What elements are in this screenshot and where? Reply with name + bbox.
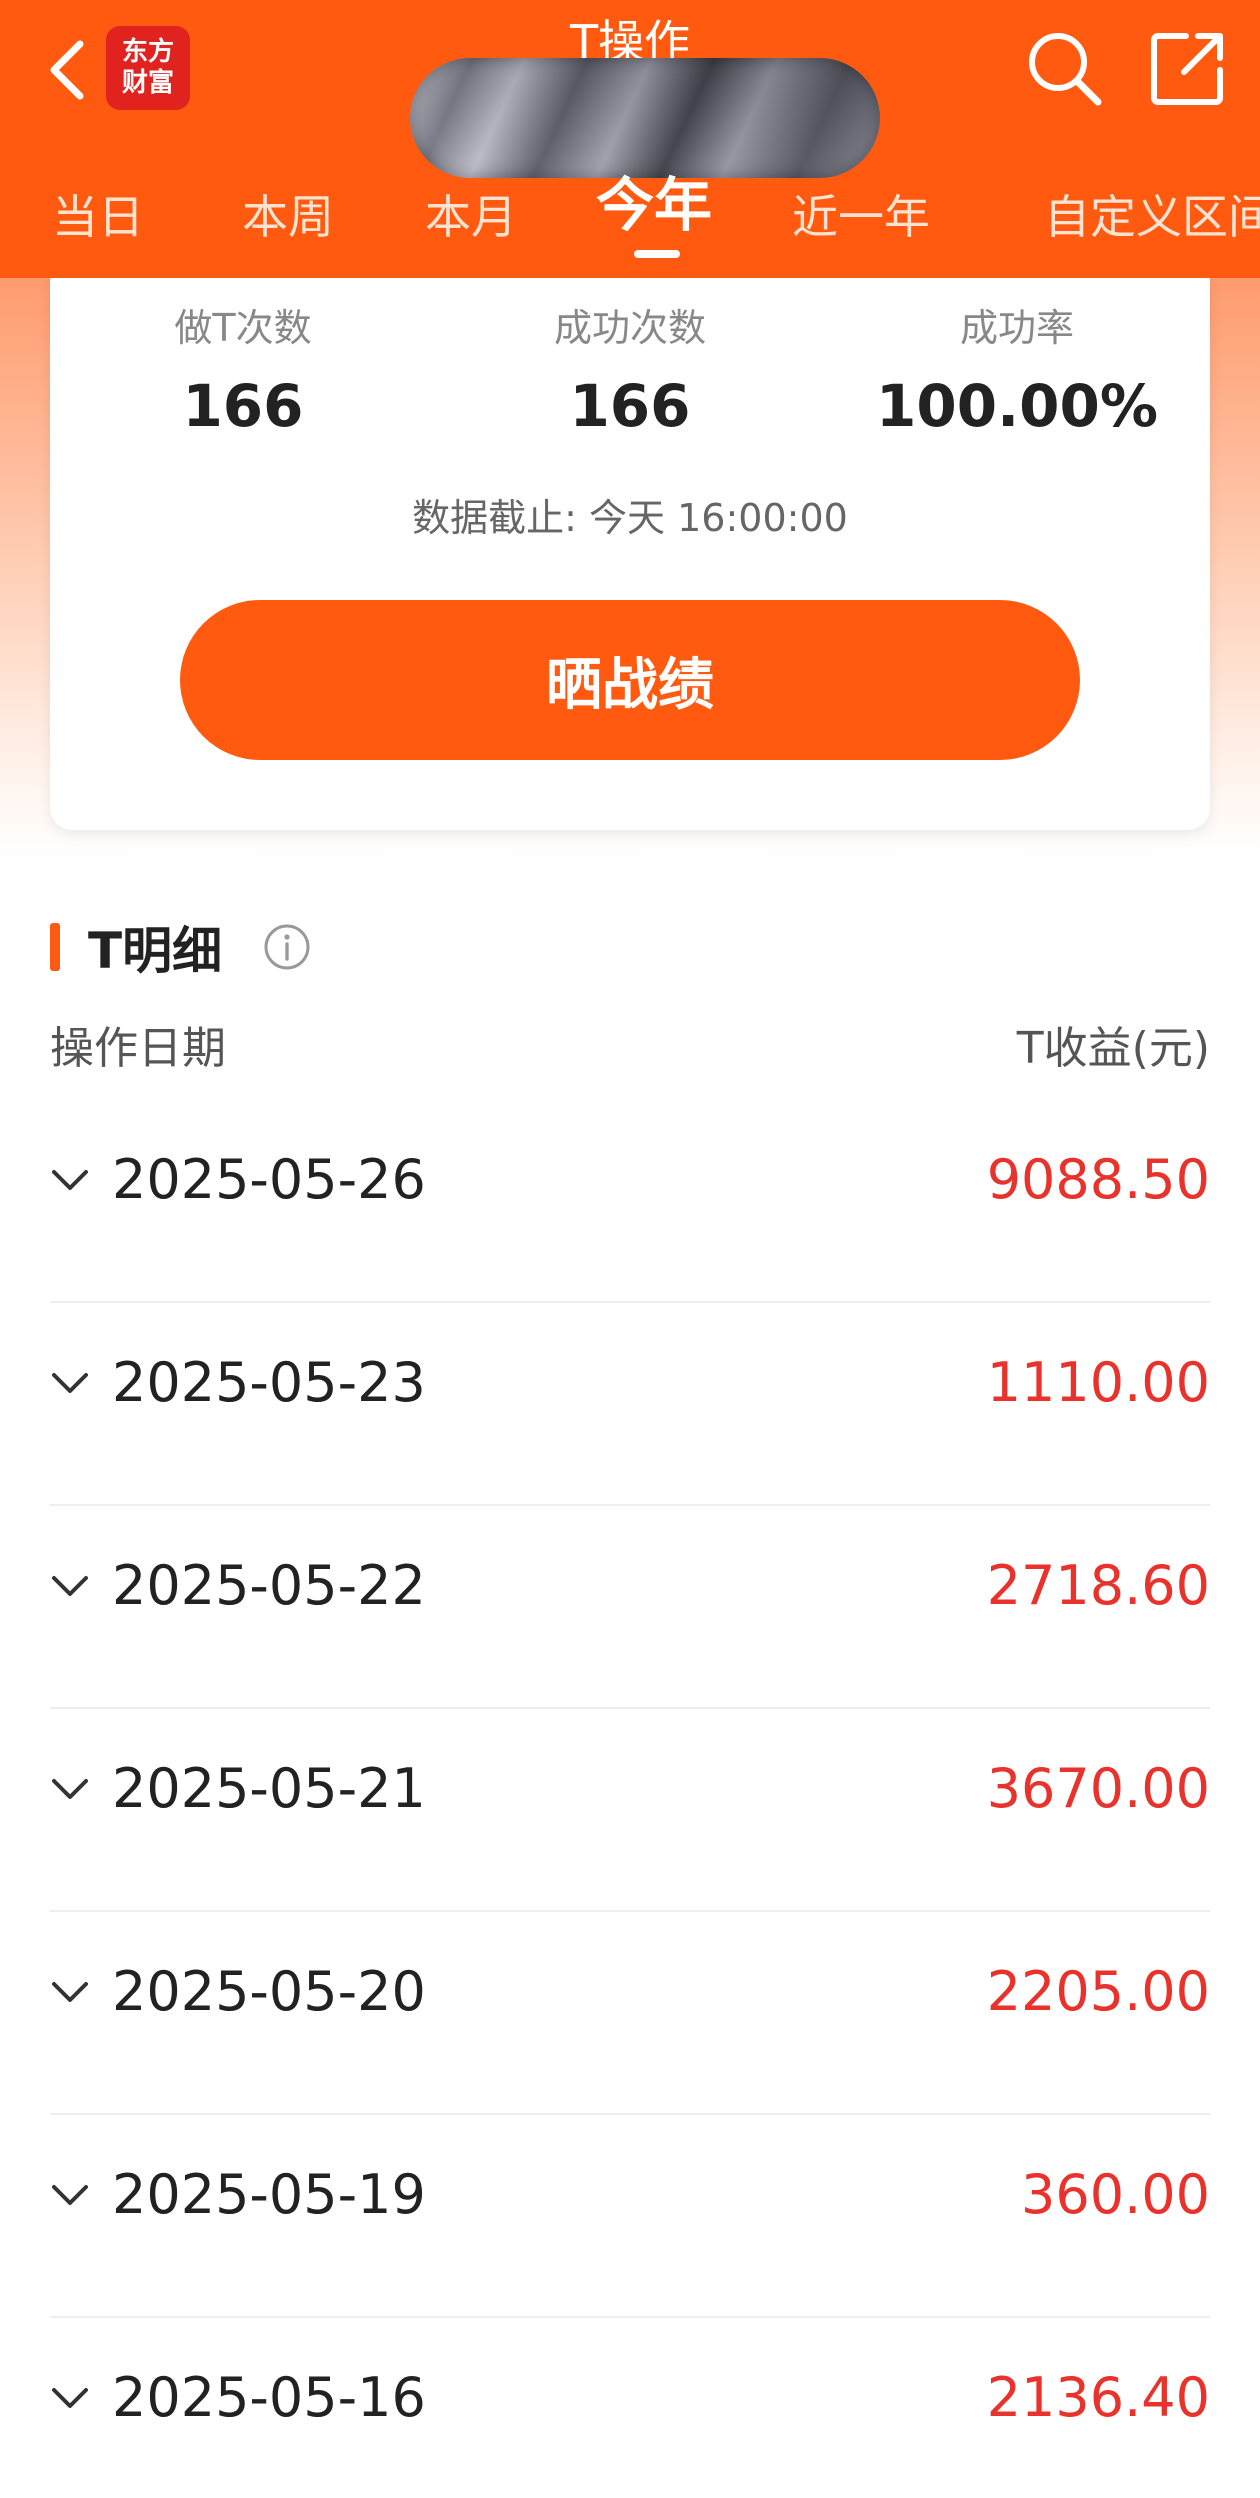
stats-card: 做T次数 166 成功次数 166 成功率 100.00% 数据截止: 今天 1… bbox=[50, 260, 1210, 830]
chevron-down-icon bbox=[52, 2388, 88, 2408]
list-item[interactable]: 2025-05-20 2205.00 bbox=[50, 1912, 1210, 2115]
chevron-down-icon bbox=[52, 2185, 88, 2205]
stat-value: 100.00% bbox=[876, 372, 1158, 440]
row-date: 2025-05-16 bbox=[112, 2366, 426, 2429]
row-date: 2025-05-20 bbox=[112, 1960, 426, 2023]
tab-today[interactable]: 当日 bbox=[52, 172, 144, 262]
column-header-date: 操作日期 bbox=[50, 1023, 226, 1074]
period-tabs: 当日 本周 本月 今年 近一年 自定义区间 bbox=[0, 171, 1260, 262]
chevron-down-icon bbox=[52, 1982, 88, 2002]
search-button[interactable] bbox=[1022, 26, 1106, 110]
chevron-down-icon bbox=[52, 1576, 88, 1596]
tab-this-month[interactable]: 本月 bbox=[425, 172, 517, 262]
detail-title: T明细 bbox=[88, 922, 223, 980]
data-cutoff-time: 数据截止: 今天 16:00:00 bbox=[412, 496, 848, 540]
row-profit: 1110.00 bbox=[986, 1351, 1210, 1414]
list-item[interactable]: 2025-05-26 9088.50 bbox=[50, 1100, 1210, 1303]
info-icon[interactable] bbox=[262, 922, 312, 972]
stat-t-count: 做T次数 166 bbox=[50, 300, 436, 450]
row-profit: 9088.50 bbox=[986, 1148, 1210, 1211]
detail-list: 2025-05-26 9088.50 2025-05-23 1110.00 20… bbox=[50, 1100, 1210, 2498]
detail-section-header: T明细 bbox=[50, 912, 312, 982]
row-profit: 3670.00 bbox=[986, 1757, 1210, 1820]
tab-this-week[interactable]: 本周 bbox=[242, 172, 334, 262]
stat-success-rate: 成功率 100.00% bbox=[824, 300, 1210, 450]
chevron-down-icon bbox=[52, 1373, 88, 1393]
row-profit: 2205.00 bbox=[986, 1960, 1210, 2023]
share-button[interactable] bbox=[1146, 26, 1230, 110]
stat-label: 做T次数 bbox=[174, 306, 312, 350]
column-header-profit: T收益(元) bbox=[1016, 1023, 1210, 1074]
stat-success-count: 成功次数 166 bbox=[437, 300, 823, 450]
row-profit: 2718.60 bbox=[986, 1554, 1210, 1617]
list-item[interactable]: 2025-05-19 360.00 bbox=[50, 2115, 1210, 2318]
t-operation-page: 做T次数 166 成功次数 166 成功率 100.00% 数据截止: 今天 1… bbox=[0, 0, 1260, 2498]
share-icon bbox=[1151, 33, 1223, 105]
tab-last-year[interactable]: 近一年 bbox=[792, 172, 930, 262]
section-accent-bar bbox=[50, 923, 60, 971]
chevron-down-icon bbox=[52, 1779, 88, 1799]
chevron-down-icon bbox=[52, 1170, 88, 1190]
row-profit: 360.00 bbox=[1021, 2163, 1210, 2226]
row-date: 2025-05-19 bbox=[112, 2163, 426, 2226]
app-header: 东方 财富 T操作 当日 本周 本月 今年 近一年 自定义区间 bbox=[0, 0, 1260, 278]
list-item[interactable]: 2025-05-23 1110.00 bbox=[50, 1303, 1210, 1506]
list-item[interactable]: 2025-05-21 3670.00 bbox=[50, 1709, 1210, 1912]
stat-value: 166 bbox=[569, 372, 691, 440]
list-item[interactable]: 2025-05-22 2718.60 bbox=[50, 1506, 1210, 1709]
search-icon bbox=[1029, 33, 1102, 106]
list-item[interactable]: 2025-05-16 2136.40 bbox=[50, 2318, 1210, 2498]
row-date: 2025-05-22 bbox=[112, 1554, 426, 1617]
row-profit: 2136.40 bbox=[986, 2366, 1210, 2429]
share-results-button[interactable]: 晒战绩 bbox=[180, 600, 1080, 760]
row-date: 2025-05-23 bbox=[112, 1351, 426, 1414]
stat-value: 166 bbox=[182, 372, 304, 440]
stat-label: 成功率 bbox=[959, 306, 1074, 350]
stat-label: 成功次数 bbox=[553, 306, 706, 350]
active-tab-indicator bbox=[634, 250, 680, 258]
tab-this-year[interactable]: 今年 bbox=[596, 160, 712, 250]
tab-custom-range[interactable]: 自定义区间 bbox=[1044, 172, 1260, 262]
row-date: 2025-05-26 bbox=[112, 1148, 426, 1211]
row-date: 2025-05-21 bbox=[112, 1757, 426, 1820]
